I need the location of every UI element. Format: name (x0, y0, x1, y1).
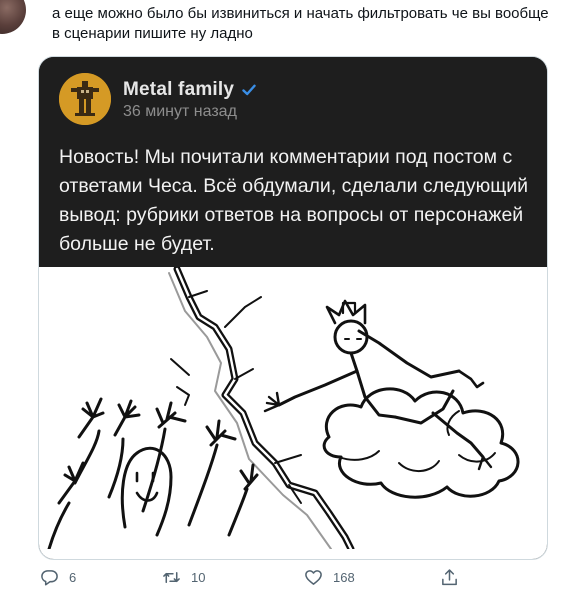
metal-family-avatar[interactable] (59, 73, 111, 125)
user-avatar[interactable] (0, 0, 26, 34)
author-name[interactable]: Metal family (123, 79, 234, 101)
retweet-button[interactable]: 10 (162, 568, 205, 587)
avatar-figure-illustration (59, 73, 111, 125)
verified-icon (242, 84, 256, 96)
reply-count: 6 (69, 570, 77, 585)
retweet-count: 10 (191, 570, 206, 585)
embedded-post-card[interactable]: Metal family 36 минут назад Новость! Мы … (38, 56, 548, 560)
retweet-icon (163, 571, 180, 584)
comic-illustration (39, 265, 547, 559)
like-count: 168 (333, 570, 355, 585)
comic-drawing (47, 265, 520, 553)
author-row: Metal family (123, 79, 258, 101)
tweet-actions: 6 10 168 (38, 568, 468, 590)
tweet-text: а еще можно было бы извиниться и начать … (52, 5, 549, 42)
post-body-text: Новость! Мы почитали комментарии под пос… (59, 146, 529, 255)
share-button[interactable] (440, 568, 459, 587)
reply-icon (41, 570, 58, 586)
post-time: 36 минут назад (123, 103, 237, 120)
like-button[interactable]: 168 (304, 568, 355, 587)
like-icon (305, 570, 322, 585)
reply-button[interactable]: 6 (40, 568, 76, 587)
share-icon (442, 569, 457, 586)
post-header: Metal family 36 минут назад Новость! Мы … (39, 57, 547, 267)
